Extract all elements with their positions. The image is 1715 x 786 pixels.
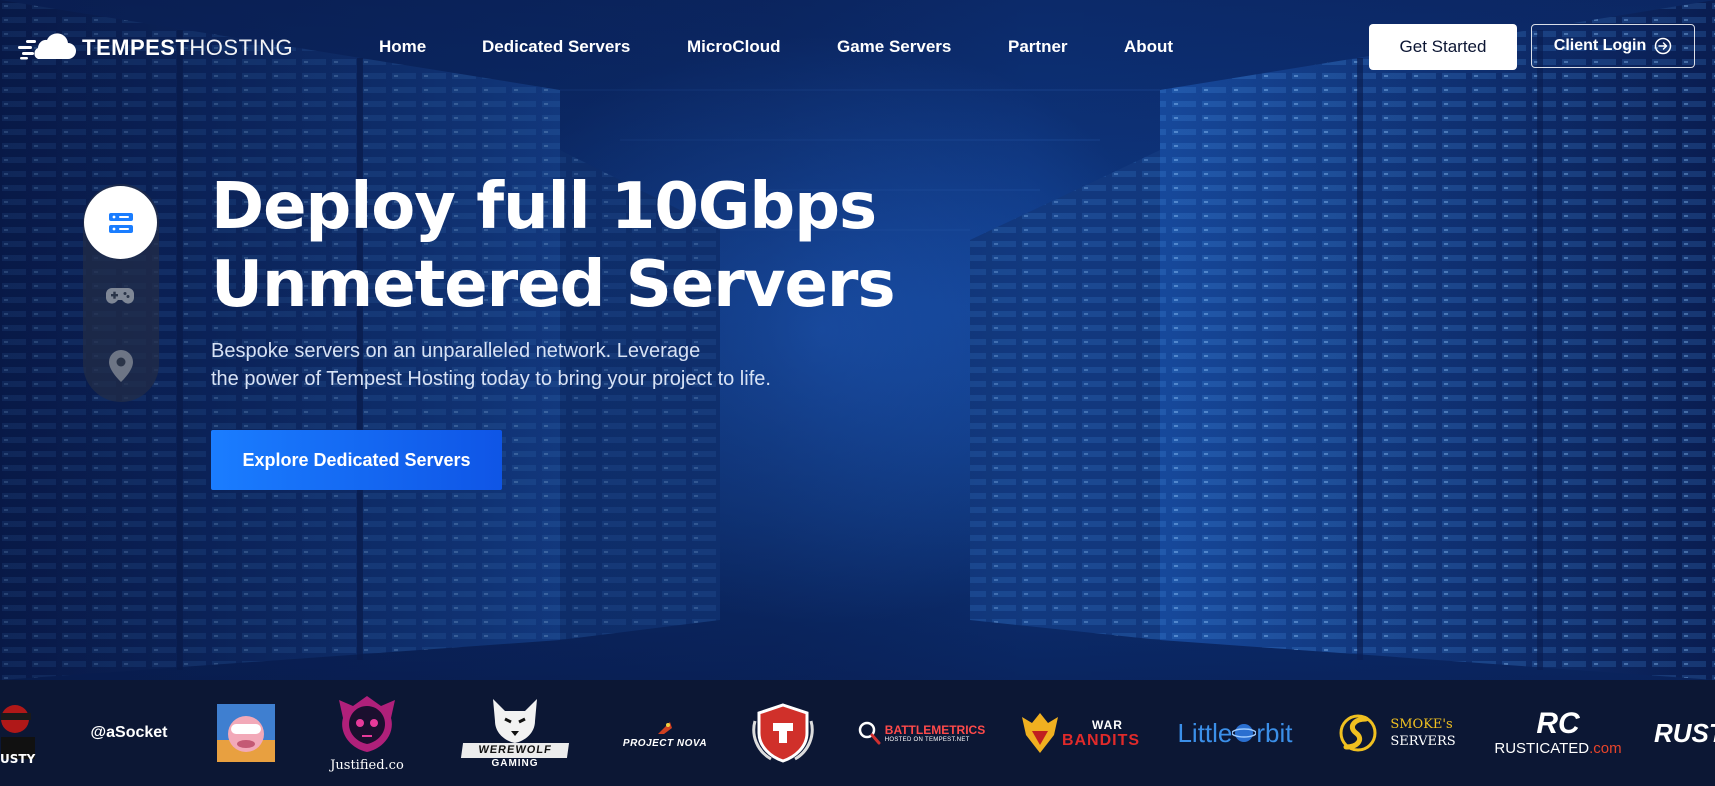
partner-rusty: USTY — [0, 680, 40, 786]
nav-microcloud[interactable]: MicroCloud — [687, 36, 781, 58]
partner-smokes-text: SMOKE's SERVERS — [1390, 716, 1455, 750]
cloud-logo-icon — [18, 33, 76, 60]
side-item-games[interactable] — [104, 282, 136, 310]
rocket-logo-icon — [658, 721, 672, 734]
brand-name-bold: TEMPEST — [82, 35, 190, 60]
partner-little-orbit-a: Little — [1177, 717, 1233, 748]
partner-rusticated: RC RUSTICATED.com — [1492, 680, 1624, 786]
map-pin-icon — [109, 350, 133, 382]
partner-justified: Justified.co — [322, 680, 412, 786]
sign-in-icon — [1654, 37, 1672, 55]
hero-subtitle-line1: Bespoke servers on an unparalleled netwo… — [211, 340, 701, 362]
hero-headline-line1: Deploy full 10Gbps — [211, 170, 877, 244]
partner-project-nova: PROJECT NOVA — [618, 680, 712, 786]
brand-name-light: HOSTING — [189, 35, 294, 60]
partner-battlemetrics-text: BATTLEMETRICS HOSTED ON TEMPEST.NET — [885, 723, 985, 743]
partner-rusticated-name: RUSTICATED — [1494, 740, 1590, 757]
nav-dedicated-servers[interactable]: Dedicated Servers — [482, 36, 630, 58]
partner-battlemetrics: BATTLEMETRICS HOSTED ON TEMPEST.NET — [856, 680, 986, 786]
partner-war-bandits: WAR BANDITS — [1016, 680, 1144, 786]
partner-little-orbit-b: rbit — [1256, 717, 1293, 748]
partner-smokes-line2: SERVERS — [1390, 734, 1456, 749]
nav-home[interactable]: Home — [379, 36, 426, 58]
nav-game-servers[interactable]: Game Servers — [837, 36, 951, 58]
smokes-logo-icon — [1339, 714, 1377, 752]
partner-werewolf-sub: GAMING — [491, 758, 539, 769]
partner-werewolf-banner: WEREWOLF — [460, 743, 570, 758]
partner-rust-partial: RUST — [1654, 680, 1715, 786]
brand-name: TEMPESTHOSTING — [82, 33, 293, 63]
side-item-locations[interactable] — [106, 348, 136, 384]
magnifier-logo-icon — [858, 721, 881, 745]
hero-headline-line2: Unmetered Servers — [211, 248, 896, 322]
shield-logo-icon — [752, 703, 814, 763]
hero-subtitle-line2: the power of Tempest Hosting today to br… — [211, 368, 771, 390]
partner-rusticated-mark: RC — [1536, 707, 1580, 740]
partner-rusticated-tld: .com — [1589, 740, 1622, 757]
nav-partner[interactable]: Partner — [1008, 36, 1068, 58]
partner-justified-name: Justified.co — [330, 757, 404, 773]
partner-smokes-line1: SMOKE's — [1390, 717, 1453, 732]
skull-logo-icon — [339, 695, 395, 752]
partner-asocket: @aSocket — [86, 680, 172, 786]
partner-werewolf-name: WEREWOLF — [477, 744, 553, 756]
explore-dedicated-servers-button[interactable]: Explore Dedicated Servers — [211, 430, 502, 490]
brand-logo[interactable]: TEMPESTHOSTING — [18, 33, 293, 63]
partner-rust-shield — [748, 680, 818, 786]
partner-war-bandits-text: WAR BANDITS — [1062, 717, 1140, 749]
hero-subtitle: Bespoke servers on an unparalleled netwo… — [211, 337, 771, 393]
partner-rusty-name: USTY — [0, 752, 36, 766]
partner-little-orbit: Little rbit — [1174, 680, 1296, 786]
orbit-logo-icon — [1232, 724, 1257, 742]
nav-about[interactable]: About — [1124, 36, 1173, 58]
partner-project-nova-name: PROJECT NOVA — [622, 737, 708, 749]
partner-rust-name: RUST — [1654, 717, 1715, 748]
gamepad-icon — [106, 288, 134, 304]
server-icon — [108, 212, 133, 233]
war-bandits-logo-icon — [1021, 713, 1058, 753]
get-started-button[interactable]: Get Started — [1369, 24, 1517, 70]
partner-avatar — [216, 680, 276, 786]
partner-war-bandits-top: WAR — [1091, 718, 1123, 732]
partner-battlemetrics-sub: HOSTED ON TEMPEST.NET — [884, 737, 970, 743]
partner-smokes-servers: SMOKE's SERVERS — [1334, 680, 1460, 786]
side-item-servers[interactable] — [84, 186, 157, 259]
partner-asocket-name: @aSocket — [90, 724, 168, 741]
partner-werewolf-gaming: WEREWOLF GAMING — [459, 680, 571, 786]
partner-war-bandits-bottom: BANDITS — [1061, 732, 1141, 749]
partner-rusticated-text: RUSTICATED.com — [1494, 740, 1621, 758]
partner-logo-strip: USTY @aSocket Justified.co WEREWOLF GAMI… — [0, 680, 1715, 786]
cartoon-avatar-icon — [217, 704, 275, 762]
client-login-button[interactable]: Client Login — [1531, 24, 1695, 68]
hero-headline: Deploy full 10Gbps Unmetered Servers — [211, 168, 971, 324]
client-login-label: Client Login — [1553, 37, 1647, 54]
wolf-logo-icon — [493, 699, 537, 743]
partner-battlemetrics-name: BATTLEMETRICS — [884, 723, 986, 737]
